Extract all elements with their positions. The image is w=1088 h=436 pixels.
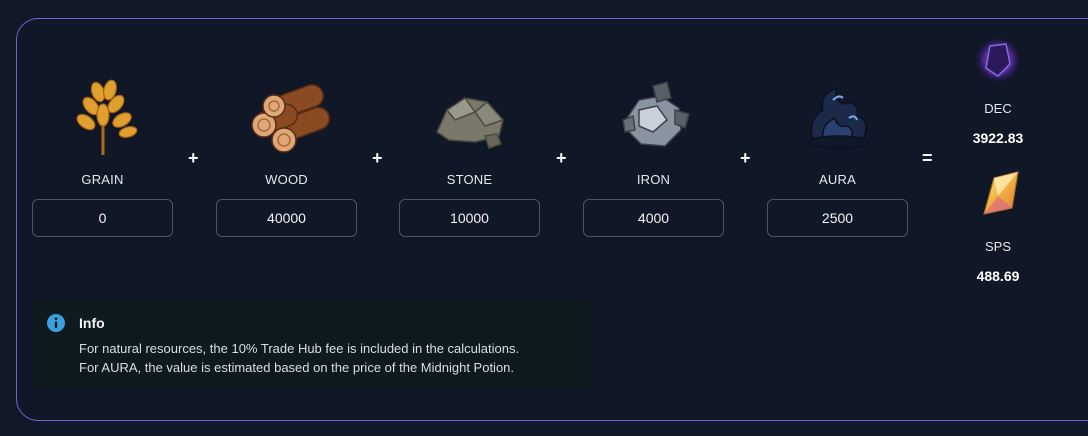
stone-icon [425,70,515,160]
resource-label: IRON [636,172,671,187]
resource-grain: GRAIN [32,70,173,237]
resource-label: WOOD [265,172,308,187]
sps-value: 488.69 [976,268,1020,284]
output-label: SPS [984,239,1011,254]
plus-operator: + [740,148,751,168]
dec-icon [968,30,1028,95]
dec-value: 3922.83 [972,130,1024,146]
aura-icon [793,70,883,160]
info-line: For natural resources, the 10% Trade Hub… [79,341,520,356]
stone-amount-input[interactable] [399,199,540,237]
sps-icon [968,168,1028,233]
grain-icon [58,70,148,160]
iron-amount-input[interactable] [583,199,724,237]
output-sps: SPS 488.69 [955,168,1041,284]
output-dec: DEC 3922.83 [955,30,1041,146]
output-label: DEC [984,101,1012,116]
info-title: Info [79,315,105,331]
info-box: Info For natural resources, the 10% Trad… [32,300,594,389]
equals-operator: = [922,148,933,168]
resource-label: AURA [819,172,856,187]
plus-operator: + [372,148,383,168]
plus-operator: + [188,148,199,168]
resource-label: STONE [446,172,493,187]
iron-icon [609,70,699,160]
aura-amount-input[interactable] [767,199,908,237]
info-line: For AURA, the value is estimated based o… [79,360,515,375]
wood-amount-input[interactable] [216,199,357,237]
grain-amount-input[interactable] [32,199,173,237]
resource-aura: AURA [767,70,908,237]
resource-wood: WOOD [216,70,357,237]
info-icon [47,314,65,332]
resource-label: GRAIN [81,172,124,187]
resource-iron: IRON [583,70,724,237]
plus-operator: + [556,148,567,168]
wood-icon [242,70,332,160]
resource-stone: STONE [399,70,540,237]
